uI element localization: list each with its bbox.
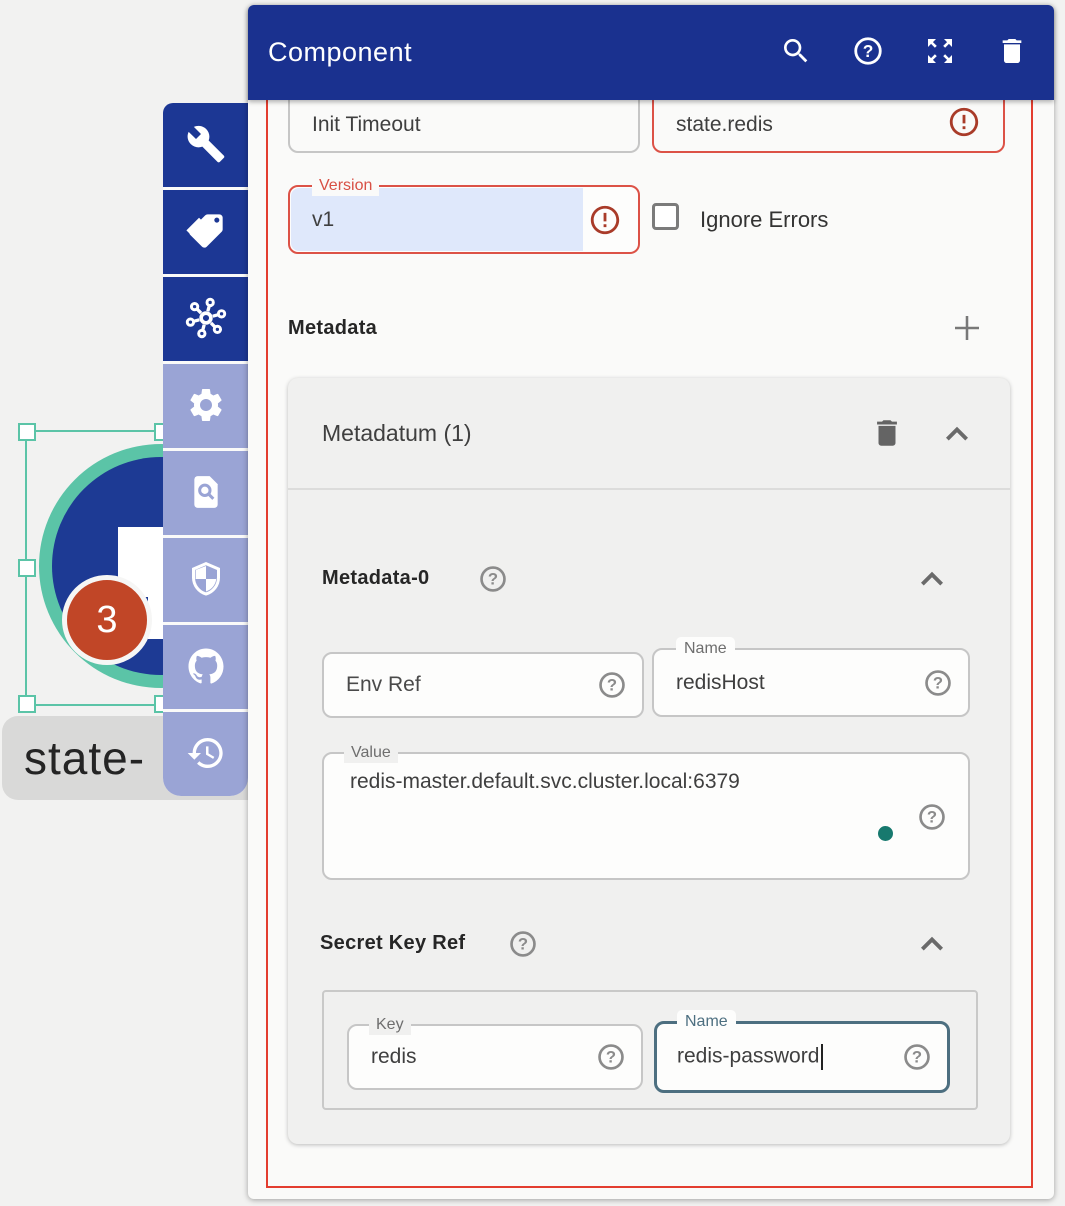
toolbar-settings-button[interactable] [163, 364, 248, 448]
help-icon[interactable]: ? [477, 563, 509, 600]
ignore-errors-label: Ignore Errors [700, 207, 828, 233]
expand-icon [924, 35, 956, 70]
tag-icon [186, 211, 226, 254]
search-icon [780, 35, 812, 70]
selection-handle[interactable] [18, 423, 36, 441]
init-timeout-value: Init Timeout [312, 113, 421, 137]
node-error-badge[interactable]: 3 [62, 575, 152, 665]
toolbar-security-button[interactable] [163, 538, 248, 622]
collapse-metadatum-button[interactable] [939, 416, 975, 455]
collapse-secret-key-ref-button[interactable] [914, 926, 950, 965]
metadata-name-field[interactable]: Name redisHost ? [652, 648, 970, 717]
expand-button[interactable] [924, 35, 956, 70]
collapse-metadata0-button[interactable] [914, 561, 950, 600]
svg-text:?: ? [488, 570, 498, 589]
toolbar-wrench-button[interactable] [163, 103, 248, 187]
node-toolbar [163, 103, 248, 796]
gear-icon [186, 385, 226, 428]
chevron-up-icon [914, 926, 950, 965]
trash-icon [870, 416, 904, 453]
svg-text:?: ? [933, 673, 943, 692]
metadata-name-value: redisHost [676, 671, 765, 695]
trash-icon [996, 35, 1028, 70]
version-autofill-bg [291, 188, 583, 251]
wrench-icon [186, 124, 226, 167]
metadata-heading: Metadata [288, 317, 377, 340]
chevron-up-icon [939, 416, 975, 455]
version-value: v1 [312, 208, 334, 232]
secret-key-label: Key [369, 1015, 411, 1035]
svg-text:?: ? [518, 935, 528, 954]
secret-key-value: redis [371, 1045, 417, 1069]
shield-icon [186, 559, 226, 602]
component-form: Init Timeout state.redis Version v1 Igno… [248, 5, 1054, 1199]
add-metadata-button[interactable] [949, 310, 985, 349]
document-search-icon [186, 472, 226, 515]
help-icon[interactable]: ? [922, 667, 954, 699]
text-cursor [821, 1044, 823, 1070]
secret-key-ref-group: Key redis ? Name redis-password ? [322, 990, 978, 1110]
github-icon [185, 645, 227, 690]
metadata-name-label: Name [676, 637, 735, 661]
help-icon[interactable]: ? [595, 1041, 627, 1073]
metadata-value-textarea[interactable]: Value redis-master.default.svc.cluster.l… [322, 752, 970, 880]
metadatum-title: Metadatum (1) [322, 420, 472, 447]
toolbar-explore-button[interactable] [163, 451, 248, 535]
plus-icon [949, 310, 985, 349]
env-ref-field[interactable]: Env Ref ? [322, 652, 644, 718]
svg-text:?: ? [912, 1048, 922, 1067]
error-icon [947, 105, 981, 139]
toolbar-github-button[interactable] [163, 625, 248, 709]
help-icon[interactable]: ? [901, 1041, 933, 1073]
svg-text:?: ? [607, 676, 617, 695]
version-label: Version [312, 176, 379, 196]
metadata-value-label: Value [344, 743, 398, 763]
metadatum-card: Metadatum (1) Metadata-0 ? [288, 378, 1010, 1144]
svg-text:?: ? [863, 41, 874, 61]
teal-dot-indicator [878, 826, 893, 841]
type-value: state.redis [676, 113, 773, 137]
toolbar-history-button[interactable] [163, 712, 248, 796]
help-icon[interactable]: ? [507, 928, 539, 965]
app-root: 3 state- [0, 0, 1065, 1206]
secret-key-ref-heading: Secret Key Ref [320, 932, 465, 955]
secret-name-label: Name [677, 1010, 736, 1034]
version-field[interactable]: Version v1 [288, 185, 640, 254]
toolbar-tag-button[interactable] [163, 190, 248, 274]
component-panel: Init Timeout state.redis Version v1 Igno… [248, 5, 1054, 1199]
secret-key-field[interactable]: Key redis ? [347, 1024, 643, 1090]
delete-component-button[interactable] [996, 35, 1028, 70]
panel-title: Component [268, 37, 780, 68]
help-icon[interactable]: ? [916, 801, 948, 838]
search-button[interactable] [780, 35, 812, 70]
env-ref-value: Env Ref [346, 673, 421, 697]
secret-name-value: redis-password [677, 1045, 819, 1068]
delete-metadatum-button[interactable] [870, 416, 904, 453]
chevron-up-icon [914, 561, 950, 600]
secret-name-field[interactable]: Name redis-password ? [654, 1021, 950, 1093]
badge-count: 3 [96, 599, 117, 642]
ignore-errors-checkbox[interactable] [652, 203, 679, 230]
metadata-value-text: redis-master.default.svc.cluster.local:6… [350, 770, 740, 794]
header-actions: ? [780, 35, 1028, 70]
svg-text:?: ? [606, 1048, 616, 1067]
selection-handle[interactable] [18, 695, 36, 713]
history-icon [186, 733, 226, 776]
help-button[interactable]: ? [852, 35, 884, 70]
help-icon[interactable]: ? [596, 669, 628, 701]
divider [288, 488, 1010, 490]
panel-header: Component ? [248, 5, 1054, 100]
metadata0-heading: Metadata-0 [322, 567, 429, 590]
selection-handle[interactable] [18, 559, 36, 577]
svg-text:?: ? [927, 808, 937, 827]
toolbar-hub-button[interactable] [163, 277, 248, 361]
hub-icon [185, 297, 227, 342]
help-icon: ? [852, 35, 884, 70]
error-icon [588, 203, 622, 237]
